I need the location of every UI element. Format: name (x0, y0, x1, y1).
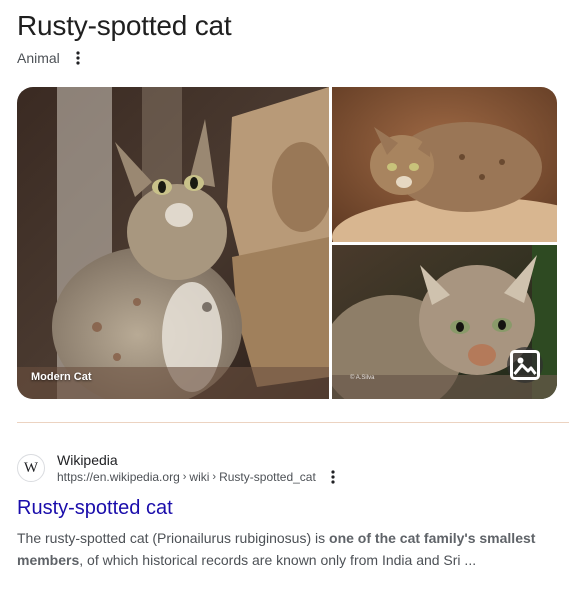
image-watermark: © A.Silva (350, 375, 375, 381)
breadcrumb-separator-icon: › (212, 471, 217, 483)
entity-type-label: Animal (17, 50, 60, 66)
result-url-path-2: Rusty-spotted_cat (219, 470, 316, 484)
result-more-options-icon[interactable] (326, 469, 340, 485)
result-snippet: The rusty-spotted cat (Prionailurus rubi… (17, 527, 547, 571)
search-result: W Wikipedia https://en.wikipedia.org › w… (17, 451, 557, 571)
gallery-image-top-right[interactable] (332, 87, 557, 242)
entity-title: Rusty-spotted cat (17, 10, 232, 41)
wikipedia-favicon-icon: W (17, 454, 45, 482)
result-url: https://en.wikipedia.org › wiki › Rusty-… (57, 469, 340, 485)
result-source[interactable]: W Wikipedia https://en.wikipedia.org › w… (17, 451, 557, 485)
breadcrumb-separator-icon: › (182, 471, 187, 483)
result-title-link[interactable]: Rusty-spotted cat (17, 495, 557, 521)
snippet-text-start: The rusty-spotted cat (Prionailurus rubi… (17, 530, 330, 546)
result-url-path-1: wiki (189, 470, 210, 484)
gallery-image-bottom-right[interactable]: © A.Silva (332, 245, 557, 399)
image-gallery: Modern Cat © A.Silva (17, 87, 557, 399)
result-url-base: https://en.wikipedia.org (57, 470, 180, 484)
snippet-text-end: , of which historical records are known … (79, 552, 477, 568)
section-divider (17, 422, 569, 423)
image-icon (510, 350, 540, 380)
result-source-text: Wikipedia https://en.wikipedia.org › wik… (57, 451, 340, 485)
image-caption: Modern Cat (31, 371, 92, 383)
more-options-icon[interactable] (70, 50, 86, 66)
result-site-name: Wikipedia (57, 452, 118, 468)
gallery-image-main[interactable]: Modern Cat (17, 87, 329, 399)
entity-subtitle-row: Animal (17, 50, 86, 66)
view-images-button[interactable] (507, 347, 543, 383)
